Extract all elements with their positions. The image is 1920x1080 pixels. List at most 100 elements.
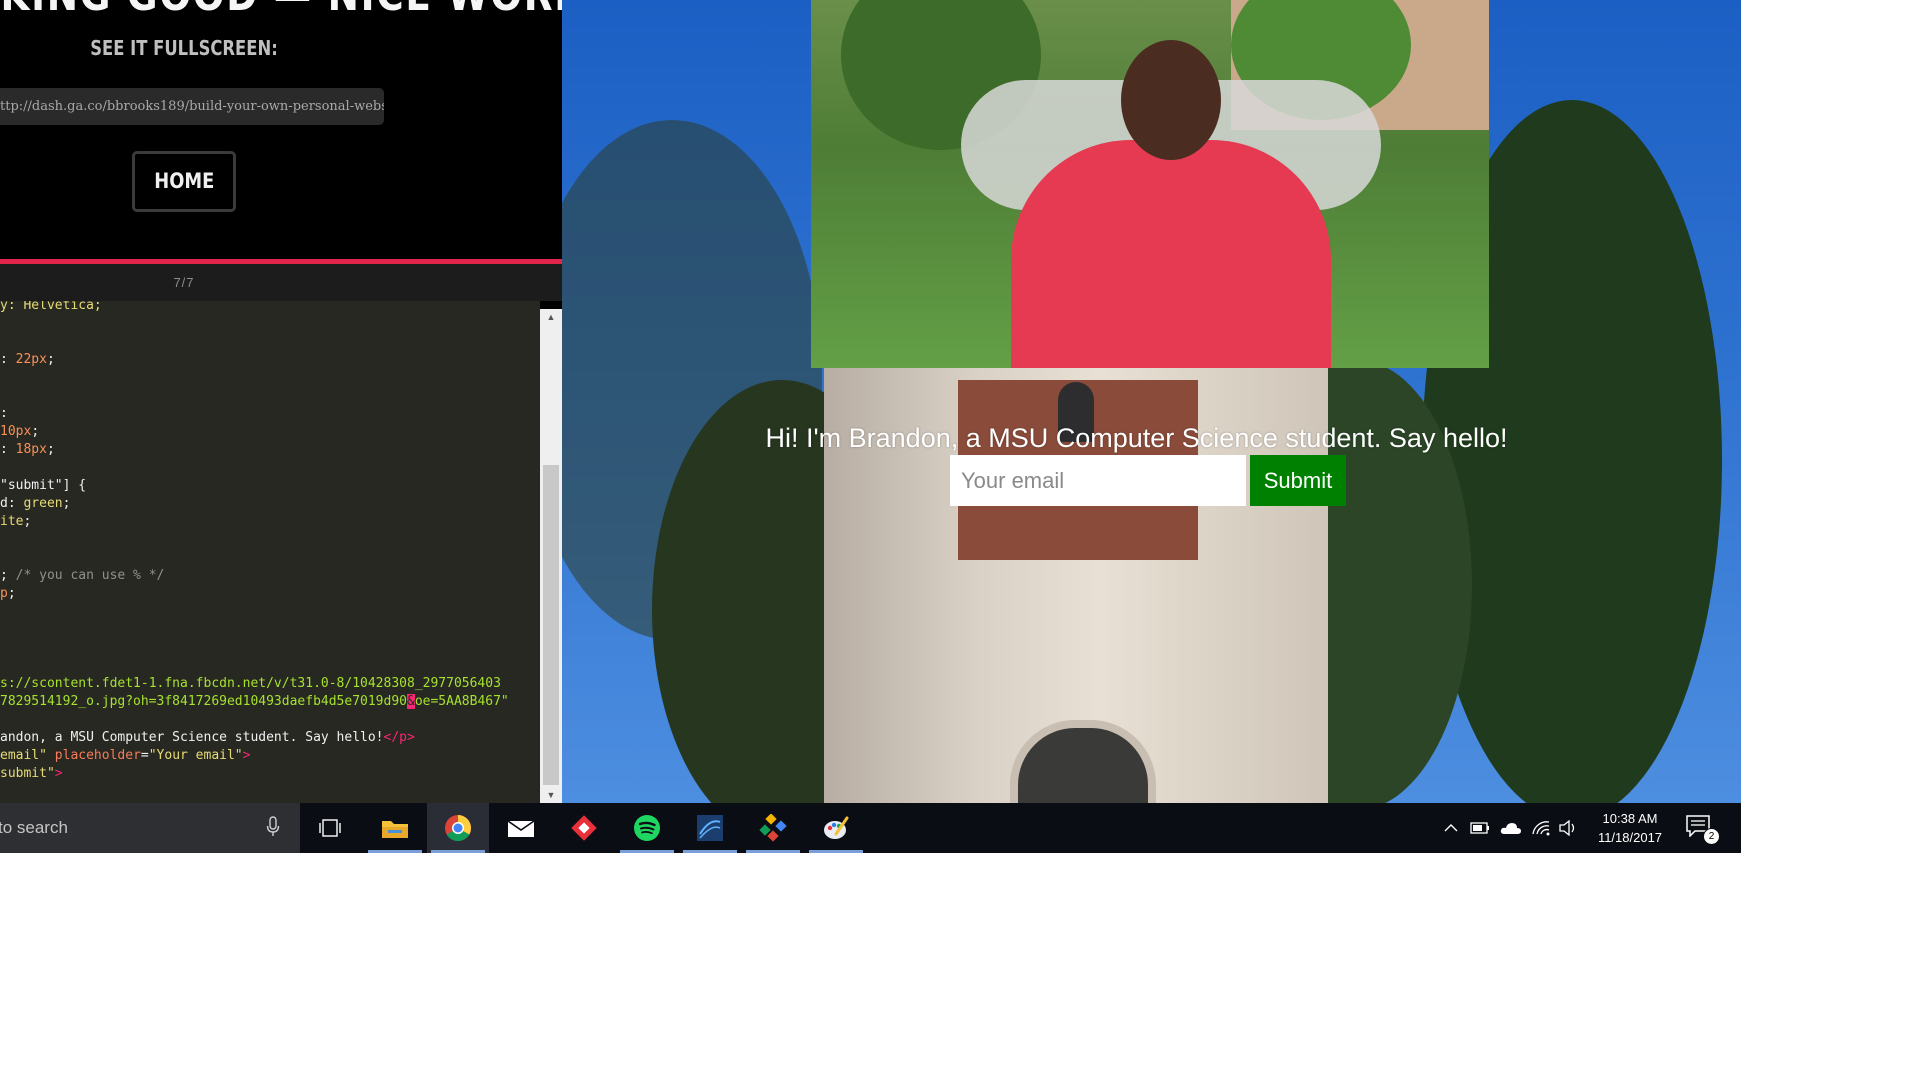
cloud-icon	[1500, 823, 1521, 834]
code-token: submit"	[0, 766, 55, 781]
email-input[interactable]	[950, 455, 1246, 506]
code-line: 7829514192_o.jpg?oh=3f8417269ed10493daef…	[0, 693, 509, 711]
success-banner: RKING GOOD — NICE WORK! SEE IT FULLSCREE…	[0, 0, 562, 262]
taskbar-search-box[interactable]: to search	[0, 803, 300, 853]
profile-photo	[811, 0, 1489, 368]
code-token: y: Helvetica;	[0, 301, 102, 313]
chevron-up-icon	[1444, 824, 1458, 832]
code-token: ;	[0, 568, 16, 583]
code-token: 10px	[0, 424, 32, 439]
code-lines: y: Helvetica;: 22px;:10px;: 18px; "submit…	[0, 301, 509, 783]
code-line: : 22px;	[0, 351, 509, 369]
running-indicator	[620, 850, 674, 853]
code-token: ;	[7, 586, 16, 601]
code-token: >	[54, 766, 63, 781]
code-token: :	[0, 442, 16, 457]
slide-counter: 7/7	[173, 275, 195, 290]
show-hidden-icons-button[interactable]	[1440, 803, 1462, 853]
graduation-gown-shape	[1011, 140, 1331, 368]
taskbar-spotify[interactable]	[616, 803, 678, 853]
task-view-button[interactable]	[299, 803, 361, 853]
code-line: :	[0, 405, 509, 423]
code-token: ;	[46, 442, 55, 457]
slide-counter-bar: 7/7	[0, 264, 562, 301]
microphone-icon[interactable]	[266, 816, 280, 838]
battery-icon	[1470, 822, 1489, 834]
code-line: p;	[0, 585, 509, 603]
code-editor[interactable]: y: Helvetica;: 22px;:10px;: 18px; "submit…	[0, 301, 540, 803]
colorful-app-icon	[759, 814, 787, 842]
code-token: ;	[23, 514, 32, 529]
code-token: >	[242, 748, 251, 763]
windows-taskbar: to search 10:38 AM 11/18/2017 2	[0, 803, 1741, 853]
clock-time: 10:38 AM	[1602, 811, 1658, 826]
battery-status[interactable]	[1467, 803, 1493, 853]
see-fullscreen-label: SEE IT FULLSCREEN:	[90, 36, 278, 60]
code-token: ;	[31, 424, 40, 439]
code-token: 22px	[15, 352, 47, 367]
editor-panel: RKING GOOD — NICE WORK! SEE IT FULLSCREE…	[0, 0, 562, 803]
home-button[interactable]: HOME	[132, 151, 236, 212]
taskbar-file-explorer[interactable]	[364, 803, 426, 853]
running-indicator	[683, 850, 737, 853]
code-token: email"	[0, 748, 47, 763]
code-token: 18px	[15, 442, 47, 457]
fullscreen-url-field[interactable]: ttp://dash.ga.co/bbrooks189/build-your-o…	[0, 88, 384, 125]
notification-count-badge: 2	[1703, 828, 1720, 845]
code-token: :	[0, 406, 8, 421]
running-indicator	[746, 850, 800, 853]
scroll-up-arrow-icon[interactable]: ▲	[540, 309, 562, 325]
system-clock[interactable]: 10:38 AM 11/18/2017	[1580, 809, 1680, 847]
code-line: : 18px;	[0, 441, 509, 459]
red-diamond-app-icon	[571, 815, 597, 841]
taskbar-paint[interactable]	[805, 803, 867, 853]
onedrive-status[interactable]	[1497, 803, 1525, 853]
text-cursor: &	[407, 694, 415, 709]
network-status[interactable]	[1529, 803, 1553, 853]
taskbar-red-app[interactable]	[553, 803, 615, 853]
screen-edge	[1736, 803, 1741, 853]
volume-control[interactable]	[1556, 803, 1580, 853]
spotify-icon	[634, 815, 660, 841]
taskbar-chrome[interactable]	[427, 803, 489, 853]
submit-button[interactable]: Submit	[1250, 455, 1346, 506]
code-line: submit">	[0, 765, 509, 783]
code-token: ;	[62, 496, 71, 511]
wifi-icon	[1532, 821, 1550, 836]
taskbar-blue-app[interactable]	[679, 803, 741, 853]
blue-app-icon	[697, 815, 723, 841]
action-center-button[interactable]: 2	[1686, 815, 1720, 845]
tower-arched-window	[1010, 720, 1156, 803]
intro-text: Hi! I'm Brandon, a MSU Computer Science …	[765, 423, 1508, 453]
task-view-icon	[319, 819, 341, 837]
code-token: =	[140, 748, 149, 763]
chrome-icon	[445, 815, 472, 842]
code-line: y: Helvetica;	[0, 301, 509, 315]
editor-scrollbar[interactable]: ▲ ▼	[540, 309, 562, 803]
code-line: email" placeholder="Your email">	[0, 747, 509, 765]
code-token: s://scontent.fdet1-1.fna.fbcdn.net/v/t31…	[0, 676, 501, 691]
scroll-thumb[interactable]	[543, 465, 559, 785]
taskbar-colorful-app[interactable]	[742, 803, 804, 853]
scroll-down-arrow-icon[interactable]: ▼	[540, 787, 562, 803]
screen: RKING GOOD — NICE WORK! SEE IT FULLSCREE…	[0, 0, 1741, 853]
paint-icon	[824, 816, 849, 839]
file-explorer-icon	[382, 821, 408, 838]
code-line: andon, a MSU Computer Science student. S…	[0, 729, 509, 747]
taskbar-mail[interactable]	[490, 803, 552, 853]
code-token: green	[23, 496, 63, 511]
code-token: "Your email"	[148, 748, 243, 763]
code-line: d: green;	[0, 495, 509, 513]
code-token: oe=5AA8B467"	[414, 694, 509, 709]
